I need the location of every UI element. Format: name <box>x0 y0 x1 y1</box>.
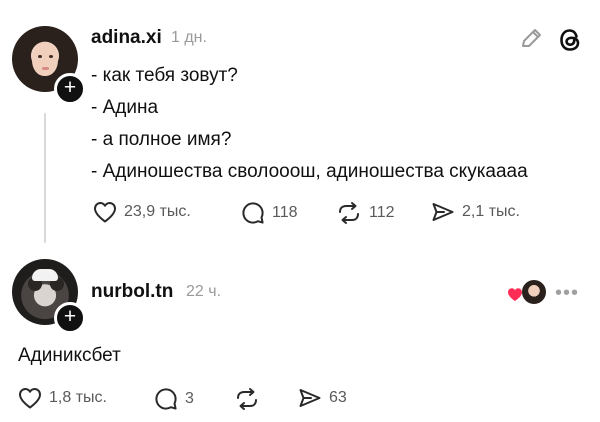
avatar-eye <box>38 55 42 58</box>
avatar-eye <box>49 55 53 58</box>
follow-plus-icon[interactable]: + <box>54 73 86 105</box>
heart-icon <box>508 288 522 301</box>
heart-icon <box>94 202 116 223</box>
like-button[interactable]: 23,9 тыс. <box>92 200 191 224</box>
liked-by-author-badge <box>507 279 547 305</box>
share-count: 2,1 тыс. <box>462 203 520 220</box>
reply-button[interactable]: 118 <box>240 200 298 226</box>
reply-time: 22 ч. <box>186 283 222 300</box>
share-count: 63 <box>329 389 347 406</box>
more-dots-icon[interactable]: ••• <box>555 282 579 305</box>
threads-logo[interactable] <box>556 26 584 59</box>
like-button[interactable]: 1,8 тыс. <box>17 386 107 410</box>
repost-button[interactable] <box>233 386 261 412</box>
thread-line <box>44 113 46 243</box>
share-button[interactable]: 63 <box>297 386 347 410</box>
like-count: 1,8 тыс. <box>49 389 107 406</box>
pencil-icon[interactable] <box>518 26 544 57</box>
like-count: 23,9 тыс. <box>124 203 191 220</box>
heart-icon <box>19 388 41 409</box>
send-icon <box>299 389 321 407</box>
post-text-line: - Адина <box>91 97 159 118</box>
repost-count: 112 <box>369 204 395 221</box>
post-text-line: - а полное имя? <box>91 129 232 150</box>
username[interactable]: nurbol.tn <box>91 281 173 303</box>
repost-button[interactable]: 112 <box>335 200 395 226</box>
post-text-line: - Адиношества сволооош, адиношества скук… <box>91 161 528 182</box>
reply-count: 3 <box>185 390 194 407</box>
comment-icon <box>155 388 177 410</box>
repost-icon <box>339 202 359 224</box>
username[interactable]: adina.xi <box>91 27 162 49</box>
author-mini-avatar <box>521 279 547 305</box>
post-time: 1 дн. <box>171 29 207 46</box>
repost-icon <box>237 388 257 410</box>
send-icon <box>432 203 454 221</box>
avatar-face <box>32 42 58 76</box>
share-button[interactable]: 2,1 тыс. <box>430 200 520 224</box>
avatar-hat <box>32 269 58 281</box>
reply-text: Адиниксбет <box>18 345 121 366</box>
reply-count: 118 <box>272 204 298 221</box>
avatar-lips <box>42 67 49 70</box>
post-text-line: - как тебя зовут? <box>91 65 238 86</box>
comment-icon <box>242 202 264 224</box>
follow-plus-icon[interactable]: + <box>54 302 86 334</box>
reply-button[interactable]: 3 <box>153 386 194 412</box>
